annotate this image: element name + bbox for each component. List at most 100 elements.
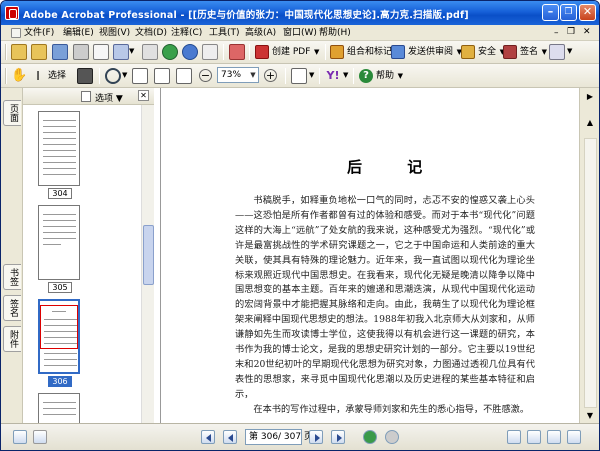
toolbar-separator — [325, 44, 326, 60]
first-page-button[interactable] — [201, 430, 215, 444]
minimize-button[interactable]: – — [542, 4, 559, 21]
zoom-in-icon[interactable]: + — [264, 69, 277, 82]
facing-layout-icon[interactable] — [547, 430, 561, 444]
menu-edit[interactable]: 编辑(E) — [63, 27, 94, 39]
stamp-icon[interactable] — [229, 44, 245, 60]
yahoo-icon[interactable]: Y! — [325, 68, 341, 84]
page-icon[interactable] — [142, 44, 158, 60]
chevron-down-icon[interactable]: ▼ — [567, 47, 572, 55]
page-options-icon[interactable] — [81, 91, 91, 102]
page-thumbnail-304[interactable] — [38, 111, 80, 186]
previous-view-icon[interactable] — [363, 430, 377, 444]
menu-edit-label: 编辑(E) — [63, 28, 94, 38]
next-view-icon[interactable] — [385, 430, 399, 444]
scroll-track[interactable] — [584, 138, 597, 408]
rotate-view-icon[interactable] — [291, 68, 307, 84]
select-tool-button[interactable]: I 选择 — [29, 67, 70, 85]
toolbar-separator — [99, 68, 100, 84]
fit-page-icon[interactable] — [154, 68, 170, 84]
document-scrollbar[interactable]: ▶ ▲ ▼ — [579, 88, 599, 423]
previous-page-button[interactable] — [223, 430, 237, 444]
mdi-close-button[interactable]: ✕ — [583, 27, 591, 37]
options-label: 选项 — [95, 94, 114, 104]
secure-button[interactable]: 安全▼ — [459, 43, 506, 61]
tab-bookmarks[interactable]: 书签 — [3, 264, 21, 290]
document-body: 书稿脱手，如释重负地松一口气的同时，忐忑不安的惶惑又袭上心头——这恐怕是所有作者… — [235, 194, 535, 418]
menu-document-label: 文档(D) — [135, 28, 167, 38]
actual-size-icon[interactable] — [132, 68, 148, 84]
edit-pencil-icon[interactable] — [113, 44, 129, 60]
thumbnail-list: 304 305 306 — [23, 105, 141, 423]
close-button[interactable]: ✕ — [579, 4, 596, 21]
find-icon[interactable] — [202, 44, 218, 60]
snapshot-camera-icon[interactable] — [77, 68, 93, 84]
help-button[interactable]: ? 帮助 ▼ — [357, 67, 404, 85]
chevron-down-icon[interactable]: ▼ — [247, 67, 259, 83]
document-view[interactable]: 后 记 书稿脱手，如释重负地松一口气的同时，忐忑不安的惶惑又袭上心头——这恐怕是… — [154, 88, 579, 423]
tab-signatures[interactable]: 签名 — [3, 295, 21, 321]
toolbar-separator — [223, 44, 224, 60]
create-pdf-button[interactable]: 创建 PDF ▼ — [253, 43, 320, 61]
page-label-304[interactable]: 304 — [48, 188, 72, 199]
menu-help[interactable]: 帮助(H) — [319, 27, 351, 39]
email-icon[interactable] — [93, 44, 109, 60]
print-icon[interactable] — [73, 44, 89, 60]
tab-pages[interactable]: 页面 — [3, 100, 21, 126]
page-label-305[interactable]: 305 — [48, 282, 72, 293]
pages-panel: 选项 ▼ ✕ 304 305 306 — [23, 88, 154, 423]
menu-comments[interactable]: 注释(C) — [171, 27, 202, 39]
hand-tool-icon[interactable]: ✋ — [11, 68, 27, 84]
mdi-restore-button[interactable]: ❐ — [567, 27, 575, 37]
sign-button[interactable]: 签名 ▼ — [501, 43, 548, 61]
menu-view[interactable]: 视图(V) — [99, 27, 130, 39]
acrobat-app-icon[interactable] — [5, 6, 19, 20]
help-icon: ? — [359, 69, 373, 83]
toolbar-grip[interactable] — [5, 68, 7, 84]
next-page-button[interactable] — [309, 430, 323, 444]
organizer-icon[interactable] — [31, 44, 47, 60]
menu-file[interactable]: 文件(F) — [11, 27, 54, 39]
continuous-layout-icon[interactable] — [527, 430, 541, 444]
chevron-down-icon[interactable]: ▼ — [309, 71, 314, 79]
document-icon — [11, 28, 21, 38]
scroll-down-icon[interactable]: ▼ — [585, 411, 595, 421]
last-page-button[interactable] — [331, 430, 345, 444]
globe-icon[interactable] — [162, 44, 178, 60]
menu-tools[interactable]: 工具(T) — [209, 27, 240, 39]
panel-scroll-thumb[interactable] — [143, 225, 154, 285]
document-icon[interactable] — [33, 430, 47, 444]
send-review-button[interactable]: 发送供审阅 ▼ — [389, 43, 463, 61]
open-folder-icon[interactable] — [11, 44, 27, 60]
options-menu[interactable]: 选项 ▼ — [95, 91, 123, 104]
page-number-field[interactable]: 第 306/ 307 页 — [245, 429, 313, 445]
fit-width-icon[interactable] — [176, 68, 192, 84]
web-search-icon[interactable] — [182, 44, 198, 60]
zoom-in-tool-icon[interactable] — [105, 68, 121, 84]
page-label-306[interactable]: 306 — [48, 376, 72, 387]
close-panel-button[interactable]: ✕ — [138, 90, 149, 101]
menu-advanced[interactable]: 高级(A) — [245, 27, 276, 39]
expand-right-icon[interactable]: ▶ — [585, 92, 595, 102]
mdi-minimize-button[interactable]: – — [554, 28, 559, 38]
scroll-up-icon[interactable]: ▲ — [585, 118, 595, 128]
menu-window[interactable]: 窗口(W) — [283, 27, 317, 39]
panel-scrollbar[interactable] — [141, 105, 154, 423]
page-options-icon[interactable] — [13, 430, 27, 444]
restore-button[interactable]: ❐ — [560, 4, 577, 21]
status-bar: 第 306/ 307 页 — [1, 423, 599, 450]
tab-attachments[interactable]: 附件 — [3, 326, 21, 352]
toolbar-separator — [249, 44, 250, 60]
chevron-down-icon[interactable]: ▼ — [129, 47, 134, 55]
zoom-out-icon[interactable]: − — [199, 69, 212, 82]
chevron-down-icon[interactable]: ▼ — [122, 71, 127, 79]
continuous-facing-layout-icon[interactable] — [567, 430, 581, 444]
page-thumbnail-307[interactable] — [38, 393, 80, 423]
save-icon[interactable] — [52, 44, 68, 60]
page-thumbnail-305[interactable] — [38, 205, 80, 280]
menu-document[interactable]: 文档(D) — [135, 27, 167, 39]
single-page-layout-icon[interactable] — [507, 430, 521, 444]
forms-icon[interactable] — [549, 44, 565, 60]
chevron-down-icon[interactable]: ▼ — [343, 71, 348, 79]
toolbar-grip[interactable] — [5, 44, 7, 60]
page-thumbnail-306[interactable] — [38, 299, 80, 374]
